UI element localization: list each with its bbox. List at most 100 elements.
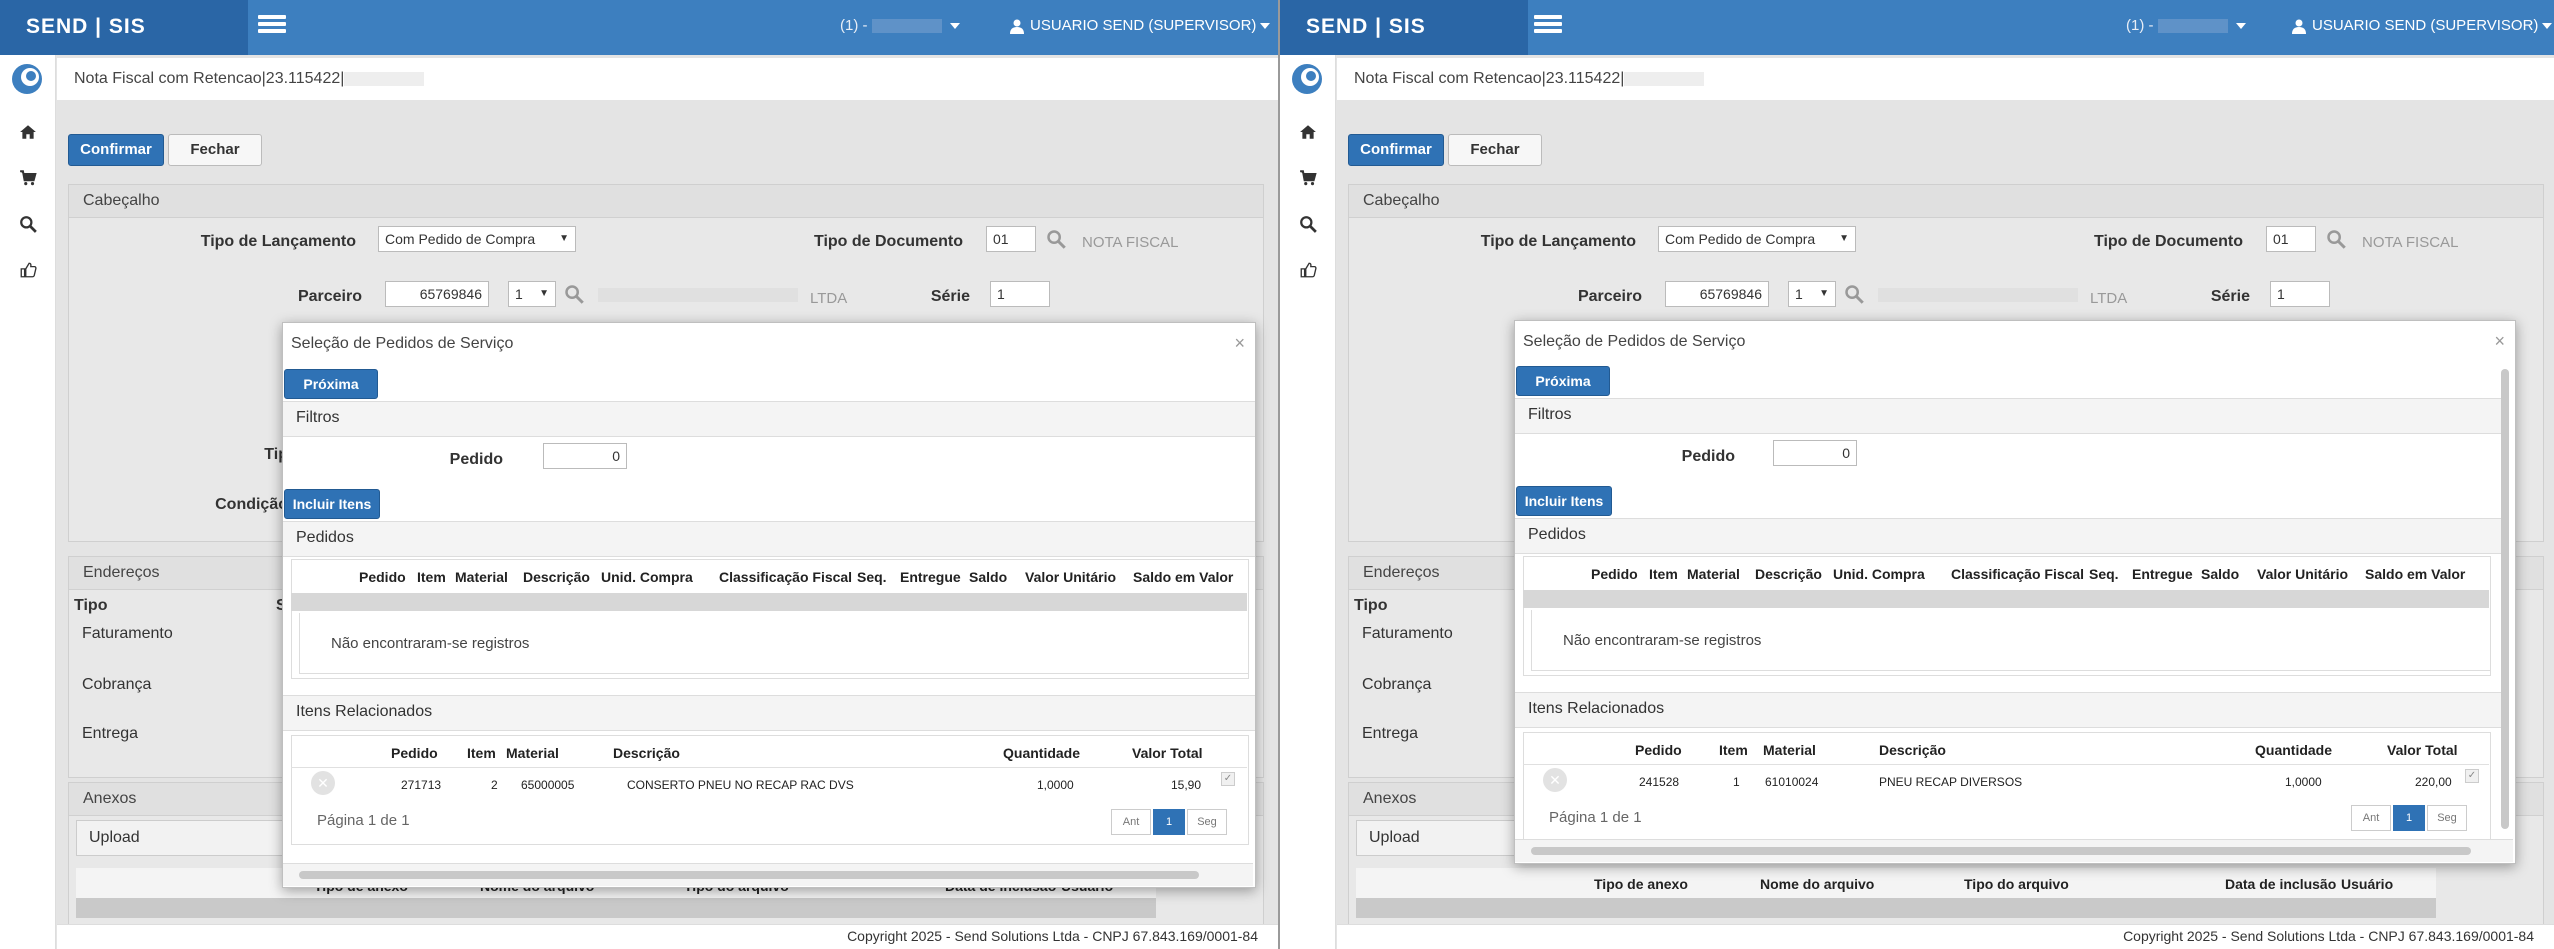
search-icon[interactable] xyxy=(2326,229,2346,249)
company-selector[interactable]: (1) - xyxy=(840,17,960,34)
next-button[interactable]: Próxima xyxy=(284,369,378,399)
sidebar xyxy=(1280,55,1336,949)
item-quantidade: 1,0000 xyxy=(2285,775,2322,789)
page-title-bar: Nota Fiscal com Retencao|23.115422| xyxy=(57,58,1278,100)
brand-logo[interactable]: SEND | SIS xyxy=(1280,0,1528,55)
itens-header: Itens Relacionados xyxy=(296,703,433,720)
close-button[interactable]: Fechar xyxy=(168,134,262,166)
pager-page-button[interactable]: 1 xyxy=(2393,805,2425,831)
brand-logo[interactable]: SEND | SIS xyxy=(0,0,248,55)
pedidos-col-seq: Seq. xyxy=(2089,566,2119,582)
company-selector[interactable]: (1) - xyxy=(2126,17,2246,34)
pedidos-col-saldo-valor: Saldo em Valor xyxy=(2365,566,2466,582)
parceiro-seq-select[interactable]: 1 ▼ xyxy=(508,281,556,307)
company-name-redacted xyxy=(2157,19,2228,34)
confirm-button[interactable]: Confirmar xyxy=(68,134,164,166)
search-icon[interactable] xyxy=(564,284,584,304)
user-icon xyxy=(2292,19,2306,34)
pedido-filter-label: Pedido xyxy=(449,451,503,468)
serie-field[interactable]: 1 xyxy=(2270,281,2330,307)
thumbs-up-icon[interactable] xyxy=(1299,261,1317,279)
tipo-lancamento-select[interactable]: Com Pedido de Compra ▼ xyxy=(378,226,576,252)
horizontal-scrollbar[interactable] xyxy=(299,871,1199,879)
tipo-documento-label: Tipo de Documento xyxy=(813,233,963,250)
item-pedido: 271713 xyxy=(401,778,442,792)
pager-prev-button[interactable]: Ant xyxy=(1111,809,1151,835)
close-icon[interactable]: × xyxy=(2494,331,2505,352)
no-records-text: Não encontraram-se registros xyxy=(1563,632,1762,649)
redacted-text xyxy=(344,71,425,86)
parceiro-code-field[interactable]: 65769846 xyxy=(1665,281,1769,307)
app-logo-icon[interactable] xyxy=(11,63,43,95)
search-icon[interactable] xyxy=(1046,229,1066,249)
pager-text: Página 1 de 1 xyxy=(317,812,410,829)
pedidos-col-item: Item xyxy=(1649,566,1678,582)
anexo-col-tipo: Tipo de anexo xyxy=(1594,876,1688,892)
pedidos-col-saldo: Saldo xyxy=(2201,566,2240,582)
home-icon[interactable] xyxy=(19,123,37,141)
next-button[interactable]: Próxima xyxy=(1516,366,1610,396)
anexo-col-tipo-arquivo: Tipo do arquivo xyxy=(1964,876,2069,892)
horizontal-scrollbar[interactable] xyxy=(1531,847,2471,855)
parceiro-code-field[interactable]: 65769846 xyxy=(385,281,489,307)
serie-label: Série xyxy=(930,288,970,305)
close-icon[interactable]: × xyxy=(1234,333,1245,354)
chevron-down-icon xyxy=(2542,23,2553,30)
tipo-lancamento-select[interactable]: Com Pedido de Compra ▼ xyxy=(1658,226,1856,252)
home-icon[interactable] xyxy=(1299,123,1317,141)
check-icon[interactable]: ✓ xyxy=(2465,769,2479,783)
item-material: 65000005 xyxy=(521,778,575,792)
incluir-itens-button[interactable]: Incluir Itens xyxy=(1516,486,1612,516)
pedido-filter-input[interactable]: 0 xyxy=(543,443,627,469)
company-prefix: (1) - xyxy=(2126,17,2154,34)
table-row[interactable]: ✕ 241528 1 61010024 PNEU RECAP DIVERSOS … xyxy=(1523,764,2489,795)
user-menu[interactable]: USUARIO SEND (SUPERVISOR) xyxy=(2292,17,2553,34)
app-logo-icon[interactable] xyxy=(1291,63,1323,95)
tipo-documento-field[interactable]: 01 xyxy=(2266,226,2316,252)
menu-icon[interactable] xyxy=(258,15,286,37)
vertical-scrollbar[interactable] xyxy=(2501,369,2509,829)
user-menu[interactable]: USUARIO SEND (SUPERVISOR) xyxy=(1010,17,1271,34)
pedidos-col-unid: Unid. Compra xyxy=(601,569,693,585)
pedido-filter-input[interactable]: 0 xyxy=(1773,440,1857,466)
pedidos-col-item: Item xyxy=(417,569,446,585)
cart-icon[interactable] xyxy=(19,169,37,187)
thumbs-up-icon[interactable] xyxy=(19,261,37,279)
remove-icon[interactable]: ✕ xyxy=(1543,768,1567,792)
search-icon[interactable] xyxy=(1299,215,1317,233)
tipo-documento-label: Tipo de Documento xyxy=(2093,233,2243,250)
table-row[interactable]: ✕ 271713 2 65000005 CONSERTO PNEU NO REC… xyxy=(291,767,1247,798)
pager-next-button[interactable]: Seg xyxy=(1187,809,1227,835)
chevron-down-icon xyxy=(949,23,960,30)
pedidos-col-material: Material xyxy=(1687,566,1740,582)
parceiro-seq-select[interactable]: 1 ▼ xyxy=(1788,281,1836,307)
company-prefix: (1) - xyxy=(840,17,868,34)
tipo-documento-field[interactable]: 01 xyxy=(986,226,1036,252)
parceiro-label: Parceiro xyxy=(297,288,362,305)
pedidos-col-valor-unitario: Valor Unitário xyxy=(1025,569,1117,585)
menu-icon[interactable] xyxy=(1534,15,1562,37)
itens-col-pedido: Pedido xyxy=(1635,742,1682,758)
item-pedido: 241528 xyxy=(1639,775,1680,789)
close-button[interactable]: Fechar xyxy=(1448,134,1542,166)
confirm-button[interactable]: Confirmar xyxy=(1348,134,1444,166)
cart-icon[interactable] xyxy=(1299,169,1317,187)
chevron-down-icon xyxy=(2235,23,2246,30)
serie-field[interactable]: 1 xyxy=(990,281,1050,307)
endereco-cobranca: Cobrança xyxy=(1362,676,1432,693)
modal-title: Seleção de Pedidos de Serviço xyxy=(1523,333,1746,350)
incluir-itens-button[interactable]: Incluir Itens xyxy=(284,489,380,519)
parceiro-name-redacted xyxy=(598,288,798,302)
remove-icon[interactable]: ✕ xyxy=(311,771,335,795)
parceiro-label: Parceiro xyxy=(1577,288,1642,305)
search-icon[interactable] xyxy=(19,215,37,233)
search-icon[interactable] xyxy=(1844,284,1864,304)
pager-prev-button[interactable]: Ant xyxy=(2351,805,2391,831)
item-descricao: CONSERTO PNEU NO RECAP RAC DVS xyxy=(627,778,854,792)
tipo-lancamento-label: Tipo de Lançamento xyxy=(1480,233,1636,250)
check-icon[interactable]: ✓ xyxy=(1221,772,1235,786)
pager-page-button[interactable]: 1 xyxy=(1153,809,1185,835)
pager-next-button[interactable]: Seg xyxy=(2427,805,2467,831)
selection-modal: Seleção de Pedidos de Serviço × Próxima … xyxy=(1514,320,2516,864)
filtros-bar: Filtros xyxy=(283,401,1255,437)
